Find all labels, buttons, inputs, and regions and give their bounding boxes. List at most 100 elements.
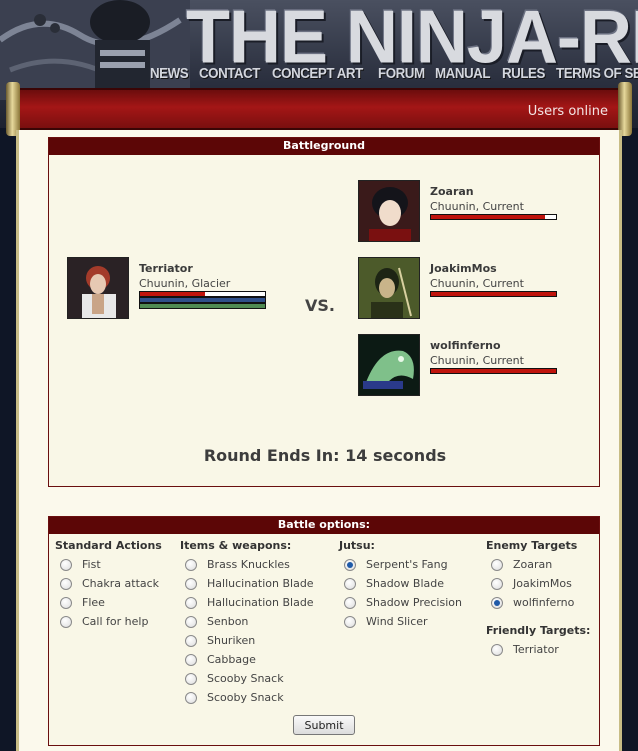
ninja-artwork — [0, 0, 190, 100]
player-rank: Chuunin, Glacier — [139, 277, 231, 290]
item-option[interactable]: Scooby Snack — [180, 669, 314, 688]
standard-actions-header: Standard Actions — [55, 539, 162, 552]
items-weapons-header: Items & weapons: — [180, 539, 292, 552]
option-label: Call for help — [82, 615, 149, 628]
radio-button-selected[interactable] — [491, 596, 503, 609]
radio-button[interactable] — [60, 558, 72, 571]
battleground-title: Battleground — [49, 138, 599, 155]
radio-button[interactable] — [491, 577, 503, 590]
opponent-avatar-zoaran[interactable] — [358, 180, 420, 242]
item-option[interactable]: Shuriken — [180, 631, 314, 650]
radio-button[interactable] — [491, 643, 503, 656]
nav-manual[interactable]: MANUAL — [435, 66, 491, 82]
radio-button[interactable] — [344, 596, 356, 609]
action-option[interactable]: Flee — [55, 593, 162, 612]
item-option[interactable]: Hallucination Blade — [180, 593, 314, 612]
enemy-target-option[interactable]: Zoaran — [486, 555, 590, 574]
battle-options-panel: Battle options: Standard Actions Fist Ch… — [48, 516, 600, 746]
enemy-targets-column: Enemy Targets Zoaran JoakimMos wolfinfer… — [486, 539, 590, 659]
radio-button[interactable] — [60, 596, 72, 609]
nav-forum[interactable]: FORUM — [378, 66, 425, 82]
page-body: Battleground Terriator Chuunin, Glacier … — [16, 130, 622, 751]
jutsu-option[interactable]: Serpent's Fang — [339, 555, 462, 574]
scroll-right-end — [618, 82, 632, 136]
nav-news[interactable]: NEWS — [150, 66, 189, 82]
opponent-rank-wolfinferno: Chuunin, Current — [430, 354, 524, 367]
items-weapons-column: Items & weapons: Brass Knuckles Hallucin… — [180, 539, 314, 707]
option-label: Terriator — [513, 643, 559, 656]
item-option[interactable]: Scooby Snack — [180, 688, 314, 707]
jutsu-column: Jutsu: Serpent's Fang Shadow Blade Shado… — [339, 539, 462, 631]
radio-button[interactable] — [185, 634, 197, 647]
opponent-health-bar-joakimmos — [430, 291, 557, 297]
player-name[interactable]: Terriator — [139, 262, 193, 275]
option-label: Hallucination Blade — [207, 596, 314, 609]
option-label: Flee — [82, 596, 105, 609]
enemy-targets-header: Enemy Targets — [486, 539, 578, 552]
radio-button[interactable] — [185, 653, 197, 666]
submit-button[interactable]: Submit — [293, 715, 355, 735]
option-label: Shuriken — [207, 634, 256, 647]
option-label: Scooby Snack — [207, 691, 284, 704]
option-label: wolfinferno — [513, 596, 575, 609]
top-nav: NEWS CONTACT CONCEPT ART FORUM MANUAL RU… — [150, 66, 638, 82]
radio-button-selected[interactable] — [344, 558, 356, 571]
opponent-health-bar-zoaran — [430, 214, 557, 220]
option-label: Cabbage — [207, 653, 256, 666]
radio-button[interactable] — [491, 558, 503, 571]
opponent-rank-zoaran: Chuunin, Current — [430, 200, 524, 213]
action-option[interactable]: Chakra attack — [55, 574, 162, 593]
opponent-rank-joakimmos: Chuunin, Current — [430, 277, 524, 290]
action-option[interactable]: Call for help — [55, 612, 162, 631]
opponent-avatar-joakimmos[interactable] — [358, 257, 420, 319]
nav-concept-art[interactable]: CONCEPT ART — [272, 66, 363, 82]
nav-terms[interactable]: TERMS OF SERVICE — [556, 66, 638, 82]
option-label: Chakra attack — [82, 577, 160, 590]
radio-button[interactable] — [185, 577, 197, 590]
radio-button[interactable] — [185, 615, 197, 628]
nav-rules[interactable]: RULES — [502, 66, 545, 82]
users-online-link[interactable]: Users online — [528, 104, 608, 119]
friendly-target-option[interactable]: Terriator — [486, 640, 590, 659]
radio-button[interactable] — [60, 577, 72, 590]
item-option[interactable]: Senbon — [180, 612, 314, 631]
item-option[interactable]: Brass Knuckles — [180, 555, 314, 574]
item-option[interactable]: Cabbage — [180, 650, 314, 669]
enemy-target-option[interactable]: JoakimMos — [486, 574, 590, 593]
versus-label: VS. — [305, 296, 335, 315]
jutsu-option[interactable]: Shadow Blade — [339, 574, 462, 593]
option-label: Fist — [82, 558, 101, 571]
battle-options-title: Battle options: — [49, 517, 599, 534]
opponent-avatar-wolfinferno[interactable] — [358, 334, 420, 396]
action-option[interactable]: Fist — [55, 555, 162, 574]
option-label: Zoaran — [513, 558, 553, 571]
player-stamina-bar — [139, 303, 266, 309]
radio-button[interactable] — [60, 615, 72, 628]
round-timer: Round Ends In: 14 seconds — [203, 446, 447, 465]
radio-button[interactable] — [185, 691, 197, 704]
radio-button[interactable] — [185, 558, 197, 571]
jutsu-option[interactable]: Shadow Precision — [339, 593, 462, 612]
nav-contact[interactable]: CONTACT — [199, 66, 260, 82]
radio-button[interactable] — [344, 577, 356, 590]
option-label: Serpent's Fang — [366, 558, 448, 571]
item-option[interactable]: Hallucination Blade — [180, 574, 314, 593]
standard-actions-column: Standard Actions Fist Chakra attack Flee… — [55, 539, 162, 631]
radio-button[interactable] — [185, 672, 197, 685]
option-label: Shadow Blade — [366, 577, 444, 590]
radio-button[interactable] — [344, 615, 356, 628]
opponent-name-zoaran[interactable]: Zoaran — [430, 185, 474, 198]
jutsu-option[interactable]: Wind Slicer — [339, 612, 462, 631]
player-avatar[interactable] — [67, 257, 129, 319]
option-label: Brass Knuckles — [207, 558, 290, 571]
radio-button[interactable] — [185, 596, 197, 609]
option-label: Wind Slicer — [366, 615, 428, 628]
option-label: Senbon — [207, 615, 249, 628]
option-label: Scooby Snack — [207, 672, 284, 685]
opponent-name-joakimmos[interactable]: JoakimMos — [430, 262, 497, 275]
friendly-targets-header: Friendly Targets: — [486, 624, 591, 637]
enemy-target-option[interactable]: wolfinferno — [486, 593, 590, 612]
jutsu-header: Jutsu: — [339, 539, 375, 552]
opponent-name-wolfinferno[interactable]: wolfinferno — [430, 339, 501, 352]
scroll-left-end — [6, 82, 20, 136]
